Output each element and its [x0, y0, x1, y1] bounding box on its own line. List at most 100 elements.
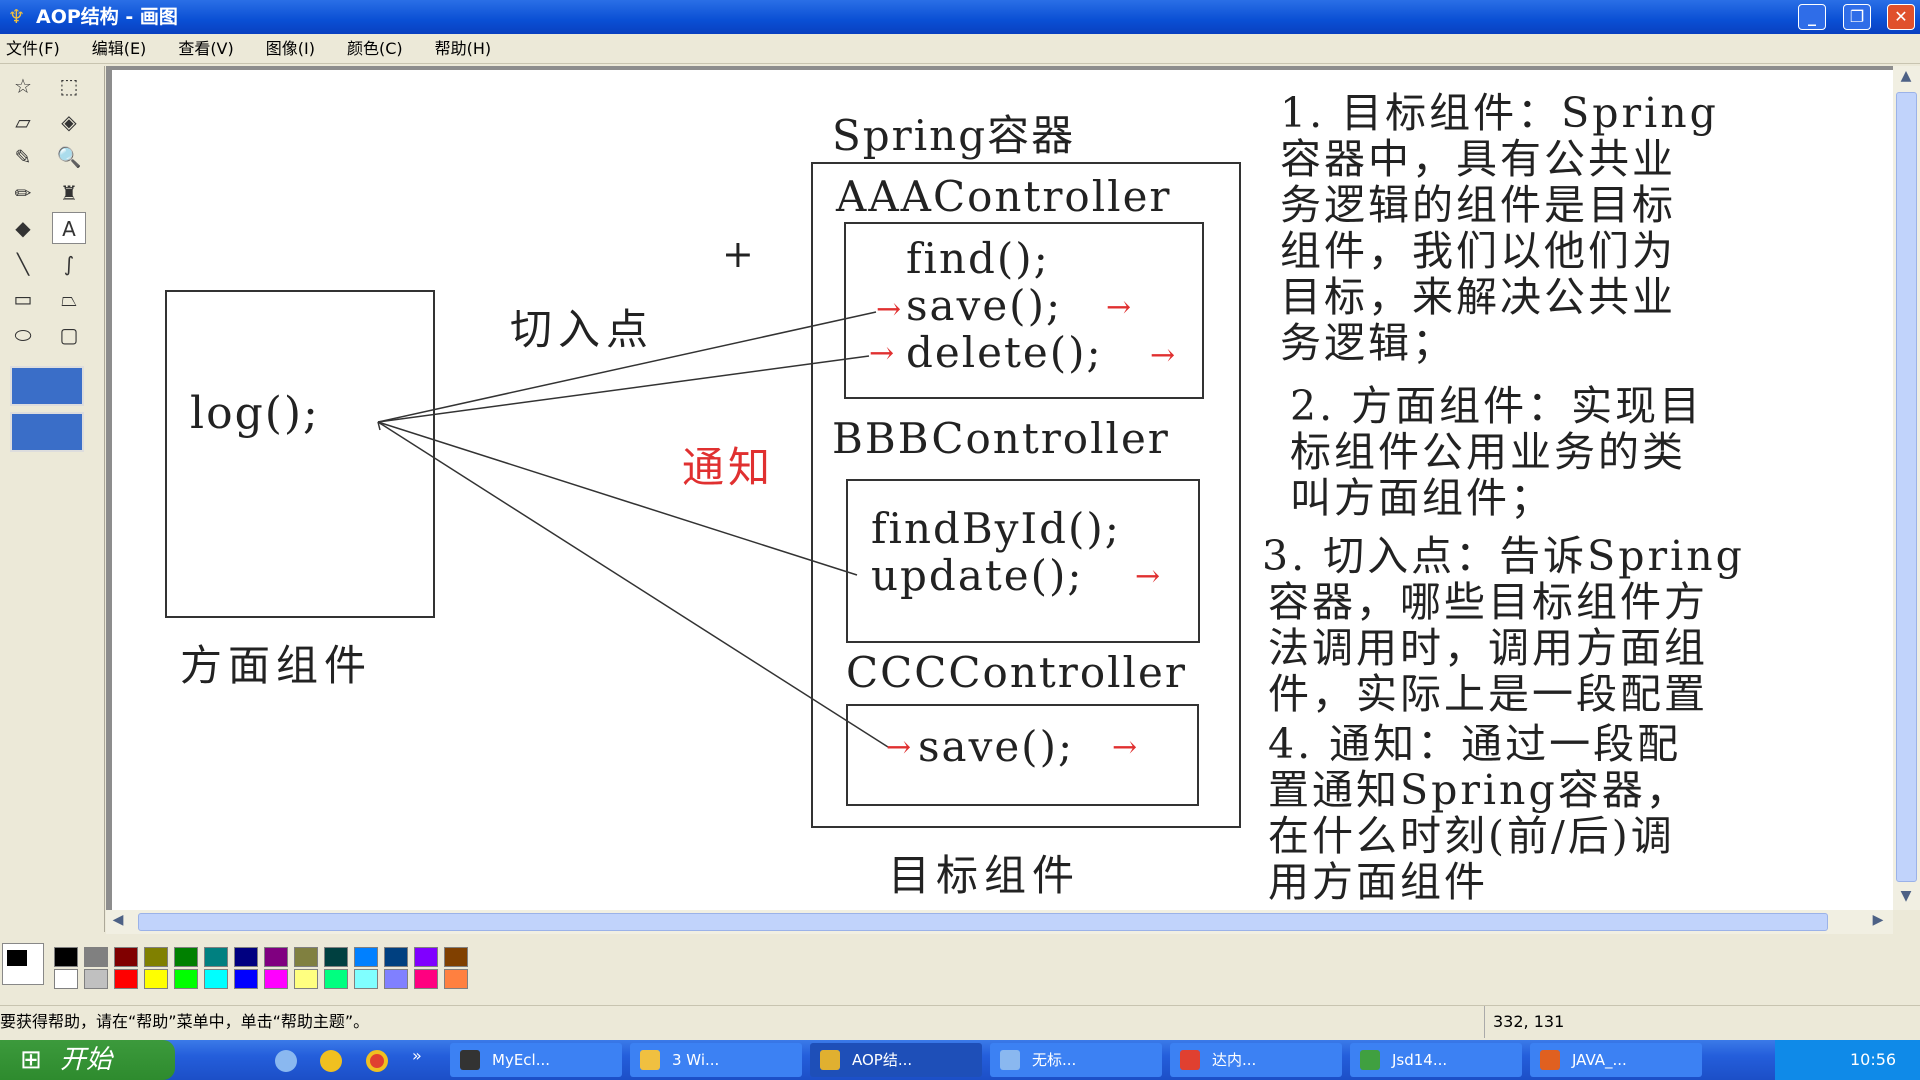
red-arrow-icon: → [1150, 338, 1178, 373]
task-app-icon [820, 1050, 840, 1070]
color-swatch[interactable] [414, 947, 438, 967]
taskbar-task[interactable]: Jsd14... [1350, 1043, 1522, 1077]
free-select-tool-icon[interactable]: ☆ [6, 70, 40, 102]
start-button[interactable]: ⊞ 开始 [0, 1040, 175, 1080]
color-swatch[interactable] [444, 947, 468, 967]
color-swatch[interactable] [234, 947, 258, 967]
task-label: MyEcl... [492, 1051, 551, 1069]
color-swatch[interactable] [204, 947, 228, 967]
curve-tool-icon[interactable]: ∫ [52, 248, 86, 280]
method: save(); [918, 722, 1075, 771]
menu-colors[interactable]: 颜色(C) [347, 34, 403, 64]
vertical-scroll-thumb[interactable] [1896, 92, 1917, 882]
menu-file[interactable]: 文件(F) [6, 34, 60, 64]
line-tool-icon[interactable]: ╲ [6, 248, 40, 280]
color-swatch[interactable] [294, 969, 318, 989]
taskbar-task[interactable]: 达内... [1170, 1043, 1342, 1077]
advice-label: 通知 [682, 443, 775, 492]
opt-transparent-icon[interactable] [10, 412, 84, 452]
task-app-icon [1180, 1050, 1200, 1070]
text-tool-icon[interactable]: A [52, 212, 86, 244]
method: delete(); [906, 328, 1103, 377]
color-swatch[interactable] [294, 947, 318, 967]
magnifier-tool-icon[interactable]: 🔍 [52, 141, 86, 173]
color-swatch[interactable] [54, 947, 78, 967]
airbrush-tool-icon[interactable]: ◆ [6, 212, 40, 244]
color-swatch[interactable] [174, 947, 198, 967]
color-swatch[interactable] [144, 969, 168, 989]
scroll-right-icon[interactable]: ▶ [1868, 912, 1888, 928]
quicklaunch-more[interactable]: » [412, 1046, 422, 1065]
windows-logo-icon: ⊞ [20, 1045, 42, 1075]
red-arrow-icon: → [1106, 290, 1134, 325]
method: update(); [871, 551, 1084, 600]
color-swatch[interactable] [414, 969, 438, 989]
quicklaunch-icon[interactable] [320, 1050, 342, 1072]
color-swatch[interactable] [264, 969, 288, 989]
color-swatch[interactable] [384, 947, 408, 967]
minimize-button[interactable]: _ [1798, 4, 1826, 30]
aspect-method: log(); [190, 388, 320, 439]
color-swatch[interactable] [54, 969, 78, 989]
fill-tool-icon[interactable]: ◈ [52, 106, 86, 138]
task-app-icon [1360, 1050, 1380, 1070]
close-button[interactable]: ✕ [1887, 4, 1915, 30]
color-swatch[interactable] [234, 969, 258, 989]
select-tool-icon[interactable]: ⬚ [52, 70, 86, 102]
color-picker-tool-icon[interactable]: ✎ [6, 141, 40, 173]
note-line: 叫方面组件； [1290, 474, 1554, 522]
maximize-button[interactable]: ❐ [1843, 4, 1871, 30]
color-swatch[interactable] [84, 969, 108, 989]
pencil-tool-icon[interactable]: ✏ [6, 177, 40, 209]
ellipse-tool-icon[interactable]: ⬭ [6, 319, 40, 351]
taskbar-task[interactable]: MyEcl... [450, 1043, 622, 1077]
menu-image[interactable]: 图像(I) [266, 34, 315, 64]
color-swatch[interactable] [204, 969, 228, 989]
polygon-tool-icon[interactable]: ⏢ [52, 283, 86, 315]
scroll-up-icon[interactable]: ▲ [1895, 68, 1917, 88]
eraser-tool-icon[interactable]: ▱ [6, 106, 40, 138]
menu-help[interactable]: 帮助(H) [435, 34, 492, 64]
taskbar: ⊞ 开始 » MyEcl... 3 Wi... AOP结... 无标... 达内... J… [0, 1040, 1920, 1080]
horizontal-scrollbar[interactable]: ◀ ▶ [106, 910, 1893, 934]
taskbar-task[interactable]: JAVA_... [1530, 1043, 1702, 1077]
chrome-icon[interactable] [366, 1050, 388, 1072]
red-arrow-icon: → [1112, 730, 1140, 765]
note-line: 用方面组件 [1268, 858, 1488, 906]
horizontal-scroll-thumb[interactable] [138, 913, 1828, 931]
opt-opaque-icon[interactable] [10, 366, 84, 406]
scroll-left-icon[interactable]: ◀ [108, 912, 128, 928]
color-swatch[interactable] [84, 947, 108, 967]
rectangle-tool-icon[interactable]: ▭ [6, 283, 40, 315]
color-swatch[interactable] [384, 969, 408, 989]
color-swatch[interactable] [174, 969, 198, 989]
taskbar-task[interactable]: 无标... [990, 1043, 1162, 1077]
color-swatch[interactable] [354, 969, 378, 989]
color-swatch[interactable] [324, 969, 348, 989]
color-swatch[interactable] [264, 947, 288, 967]
color-swatch[interactable] [114, 947, 138, 967]
menu-edit[interactable]: 编辑(E) [92, 34, 147, 64]
ie-icon[interactable] [275, 1050, 297, 1072]
scroll-down-icon[interactable]: ▼ [1895, 888, 1917, 908]
color-swatch[interactable] [114, 969, 138, 989]
color-swatch[interactable] [444, 969, 468, 989]
brush-tool-icon[interactable]: ♜ [52, 177, 86, 209]
pointcut-label: 切入点 [510, 305, 655, 354]
line-to-update [377, 421, 858, 576]
window-title: AOP结构 - 画图 [36, 6, 178, 28]
vertical-scrollbar[interactable]: ▲ ▼ [1893, 66, 1920, 910]
method: find(); [906, 234, 1050, 283]
system-tray: 10:56 [1775, 1040, 1920, 1080]
red-arrow-icon: → [886, 730, 914, 765]
color-swatch[interactable] [354, 947, 378, 967]
rounded-rectangle-tool-icon[interactable]: ▢ [52, 319, 86, 351]
controller-name: AAAController [836, 172, 1172, 221]
method: findById(); [871, 504, 1121, 553]
color-swatch[interactable] [324, 947, 348, 967]
taskbar-task[interactable]: 3 Wi... [630, 1043, 802, 1077]
taskbar-task[interactable]: AOP结... [810, 1043, 982, 1077]
menu-view[interactable]: 查看(V) [178, 34, 233, 64]
color-swatch[interactable] [144, 947, 168, 967]
task-label: 达内... [1212, 1051, 1257, 1069]
